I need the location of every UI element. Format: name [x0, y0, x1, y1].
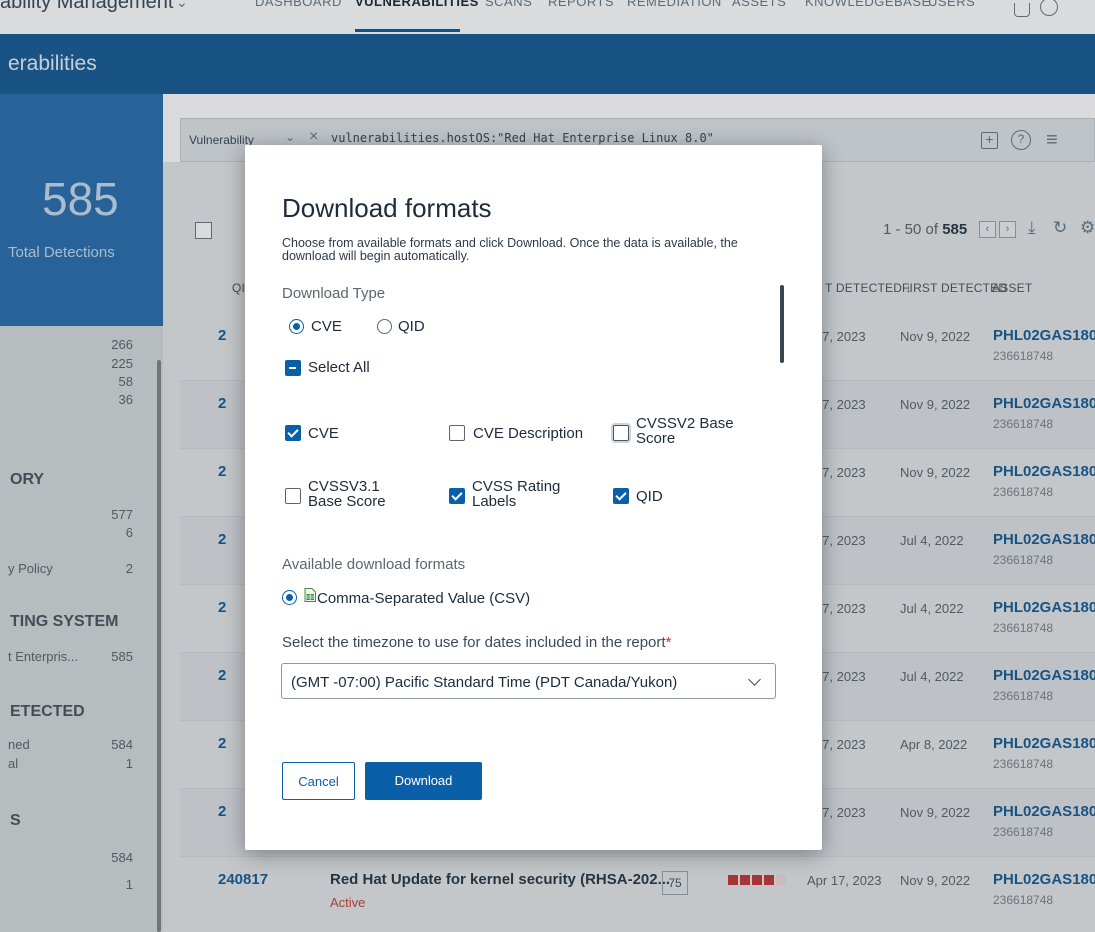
checkbox-cve-description-label[interactable]: CVE Description	[473, 426, 583, 441]
download-button[interactable]: Download	[365, 762, 482, 800]
radio-qid-label[interactable]: QID	[398, 319, 425, 334]
checkbox-cvss-rating-labels-label[interactable]: CVSS Rating Labels	[472, 479, 562, 509]
csv-file-icon	[304, 588, 316, 602]
checkbox-cve[interactable]	[285, 425, 301, 441]
dialog-title: Download formats	[282, 193, 492, 223]
checkbox-qid-label[interactable]: QID	[636, 489, 663, 504]
checkbox-cvssv31-base-score-label[interactable]: CVSSV3.1 Base Score	[308, 479, 416, 509]
dialog-description: Choose from available formats and click …	[282, 236, 738, 263]
cancel-button[interactable]: Cancel	[282, 762, 355, 800]
checkbox-cvssv31-base-score[interactable]	[285, 488, 301, 504]
checkbox-cve-label[interactable]: CVE	[308, 426, 339, 441]
checkbox-qid[interactable]	[613, 488, 629, 504]
checkbox-cvssv2-base-score[interactable]	[613, 425, 629, 441]
checkbox-cve-description[interactable]	[449, 425, 465, 441]
select-all-label[interactable]: Select All	[308, 360, 370, 375]
checkbox-cvss-rating-labels[interactable]	[449, 488, 465, 504]
radio-format-csv[interactable]	[282, 590, 297, 605]
radio-qid[interactable]	[377, 319, 392, 334]
download-formats-dialog: Download formats Choose from available f…	[245, 145, 822, 850]
timezone-selected-value[interactable]: (GMT -07:00) Pacific Standard Time (PDT …	[291, 674, 677, 691]
dialog-scrollbar[interactable]	[780, 285, 784, 363]
download-type-label: Download Type	[282, 285, 386, 302]
chevron-down-icon[interactable]	[748, 673, 761, 686]
checkbox-cvssv2-base-score-label[interactable]: CVSSV2 Base Score	[636, 416, 736, 446]
select-all-checkbox[interactable]	[285, 360, 301, 376]
format-csv-label[interactable]: Comma-Separated Value (CSV)	[317, 591, 530, 606]
timezone-select[interactable]: (GMT -07:00) Pacific Standard Time (PDT …	[281, 663, 776, 699]
radio-cve[interactable]	[289, 319, 304, 334]
timezone-label: Select the timezone to use for dates inc…	[282, 634, 672, 651]
formats-label: Available download formats	[282, 556, 466, 573]
radio-cve-label[interactable]: CVE	[311, 319, 342, 334]
